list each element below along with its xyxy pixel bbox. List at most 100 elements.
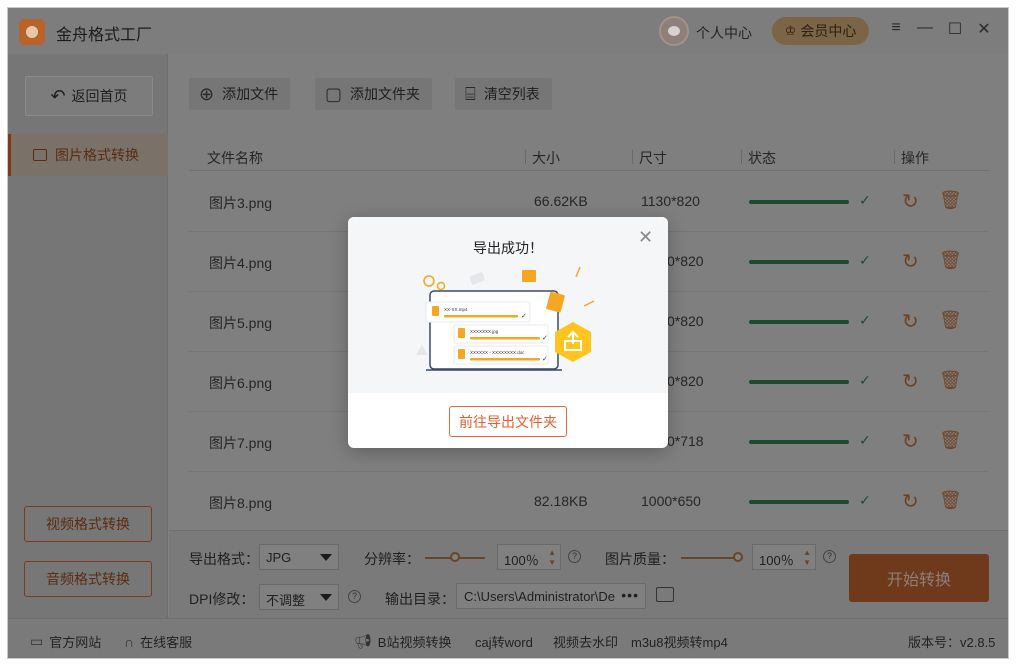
resolution-input[interactable]: 100％ ▲ ▼ <box>497 544 561 570</box>
add-circle-icon: ⊕ <box>199 84 215 104</box>
add-folder-button[interactable]: ▢ 添加文件夹 <box>315 78 433 110</box>
file-name: 图片4.png <box>209 255 273 271</box>
audio-convert-button[interactable]: 音频格式转换 <box>24 561 152 597</box>
quality-slider-knob[interactable] <box>733 552 743 562</box>
file-name: 图片8.png <box>209 495 273 511</box>
vip-center-button[interactable]: ♔ 会员中心 <box>772 17 869 45</box>
promo-link-watermark[interactable]: 视频去水印 <box>553 632 618 651</box>
sidebar-item-image-convert[interactable]: 图片格式转换 <box>8 134 168 176</box>
resolution-slider-knob[interactable] <box>450 552 460 562</box>
promo-link-bilibili[interactable]: 📢︎ B站视频转换 <box>354 632 451 651</box>
column-divider <box>894 150 895 164</box>
check-icon: ✓ <box>859 492 871 508</box>
megaphone-icon: 📢︎ <box>354 633 372 649</box>
clear-list-label: 清空列表 <box>483 86 540 102</box>
illustration-file2: XXXXXXX.jpg <box>470 329 499 334</box>
file-size: 66.62KB <box>534 193 588 209</box>
table-row[interactable]: 图片8.png 82.18KB 1000*650 ✓ ↻ 🗑︎ <box>189 472 989 532</box>
website-link[interactable]: ▭ 官方网站 <box>30 632 101 651</box>
support-link[interactable]: ∩ 在线客服 <box>124 632 192 651</box>
trash-icon[interactable]: 🗑︎ <box>939 490 962 511</box>
close-icon[interactable]: ✕ <box>638 227 653 248</box>
chevron-down-icon <box>320 554 332 561</box>
more-icon[interactable]: ••• <box>619 587 639 603</box>
video-convert-button[interactable]: 视频格式转换 <box>24 506 152 542</box>
maximize-icon[interactable]: ☐ <box>945 19 965 39</box>
column-header-dims: 尺寸 <box>639 150 667 166</box>
clear-list-button[interactable]: ⌸ 清空列表 <box>455 78 552 110</box>
dialog-title: 导出成功！ <box>473 240 543 256</box>
arrow-down-icon[interactable]: ▼ <box>548 559 556 567</box>
arrow-up-icon[interactable]: ▲ <box>548 549 556 557</box>
file-size: 82.18KB <box>534 493 588 509</box>
dpi-label: DPI修改： <box>189 591 255 607</box>
column-divider <box>632 150 633 164</box>
file-name: 图片6.png <box>209 375 273 391</box>
back-arrow-icon: ↶ <box>50 85 66 106</box>
file-dims: 1130*820 <box>641 193 700 209</box>
output-dir-label: 输出目录： <box>385 591 455 607</box>
monitor-icon: ▭ <box>30 633 44 649</box>
add-file-button[interactable]: ⊕ 添加文件 <box>189 78 291 110</box>
arrow-down-icon[interactable]: ▼ <box>803 559 811 567</box>
quality-input[interactable]: 100％ ▲ ▼ <box>752 544 816 570</box>
check-icon: ✓ <box>859 432 871 448</box>
trash-icon[interactable]: 🗑︎ <box>939 250 962 271</box>
sidebar-item-label: 图片格式转换 <box>55 147 139 163</box>
close-icon[interactable]: ✕ <box>974 19 994 39</box>
help-icon[interactable]: ? <box>568 550 581 563</box>
user-avatar[interactable] <box>659 16 689 46</box>
refresh-icon[interactable]: ↻ <box>902 489 919 514</box>
check-icon: ✓ <box>859 312 871 328</box>
trash-icon[interactable]: 🗑︎ <box>939 430 962 451</box>
promo-link-caj[interactable]: caj转word <box>475 632 533 651</box>
website-label: 官方网站 <box>49 635 102 650</box>
promo-link-m3u8[interactable]: m3u8视频转mp4 <box>631 632 728 651</box>
minimize-icon[interactable]: — <box>915 19 935 37</box>
svg-text:✓: ✓ <box>542 335 548 342</box>
help-icon[interactable]: ? <box>348 590 361 603</box>
column-header-status: 状态 <box>748 150 776 166</box>
image-icon <box>33 149 47 161</box>
refresh-icon[interactable]: ↻ <box>902 309 919 334</box>
quality-value: 100％ <box>759 553 794 568</box>
footer-bar: ▭ 官方网站 ∩ 在线客服 📢︎ B站视频转换 caj转word 视频去水印 m… <box>8 618 1008 658</box>
column-divider <box>741 150 742 164</box>
refresh-icon[interactable]: ↻ <box>902 369 919 394</box>
promo-label: B站视频转换 <box>377 635 452 650</box>
format-select[interactable]: JPG <box>259 544 339 570</box>
goto-export-folder-button[interactable]: 前往导出文件夹 <box>449 406 567 437</box>
refresh-icon[interactable]: ↻ <box>902 429 919 454</box>
home-button[interactable]: ↶ 返回首页 <box>25 76 153 116</box>
progress-bar <box>749 440 849 444</box>
user-center-link[interactable]: 个人中心 <box>696 23 752 43</box>
sidebar: ↶ 返回首页 图片格式转换 视频格式转换 音频格式转换 <box>8 54 168 618</box>
title-bar: 金舟格式工厂 个人中心 ♔ 会员中心 ≡ — ☐ ✕ <box>8 8 1008 54</box>
arrow-up-icon[interactable]: ▲ <box>803 549 811 557</box>
progress-bar <box>749 320 849 324</box>
start-convert-button[interactable]: 开始转换 <box>849 554 989 602</box>
output-path: C:\Users\Administrator\De <box>464 589 615 604</box>
app-title: 金舟格式工厂 <box>56 27 153 44</box>
output-dir-input[interactable]: C:\Users\Administrator\De ••• <box>456 583 646 609</box>
quality-slider[interactable] <box>681 557 741 559</box>
quality-label: 图片质量： <box>605 551 675 567</box>
progress-bar <box>749 380 849 384</box>
trash-icon[interactable]: 🗑︎ <box>939 190 962 211</box>
version-label: 版本号：v2.8.5 <box>908 635 996 650</box>
open-folder-icon[interactable] <box>656 587 674 602</box>
column-divider <box>525 150 526 164</box>
export-success-illustration: XX-XX.mp4 ✓ XXXXXXX.jpg ✓ XXXXXX - XXXXX… <box>416 266 595 371</box>
refresh-icon[interactable]: ↻ <box>902 189 919 214</box>
dpi-select[interactable]: 不调整 <box>259 584 339 610</box>
trash-icon[interactable]: 🗑︎ <box>939 370 962 391</box>
trash-icon[interactable]: 🗑︎ <box>939 310 962 331</box>
resolution-label: 分辨率： <box>364 551 420 567</box>
illustration-file1: XX-XX.mp4 <box>444 307 468 312</box>
menu-icon[interactable]: ≡ <box>886 19 906 37</box>
progress-bar <box>749 500 849 504</box>
help-icon[interactable]: ? <box>823 550 836 563</box>
export-success-dialog: 导出成功！ ✕ XX-XX.mp4 ✓ XXXXXXX.jpg ✓ XXXXXX… <box>348 217 668 448</box>
refresh-icon[interactable]: ↻ <box>902 249 919 274</box>
progress-bar <box>749 260 849 264</box>
